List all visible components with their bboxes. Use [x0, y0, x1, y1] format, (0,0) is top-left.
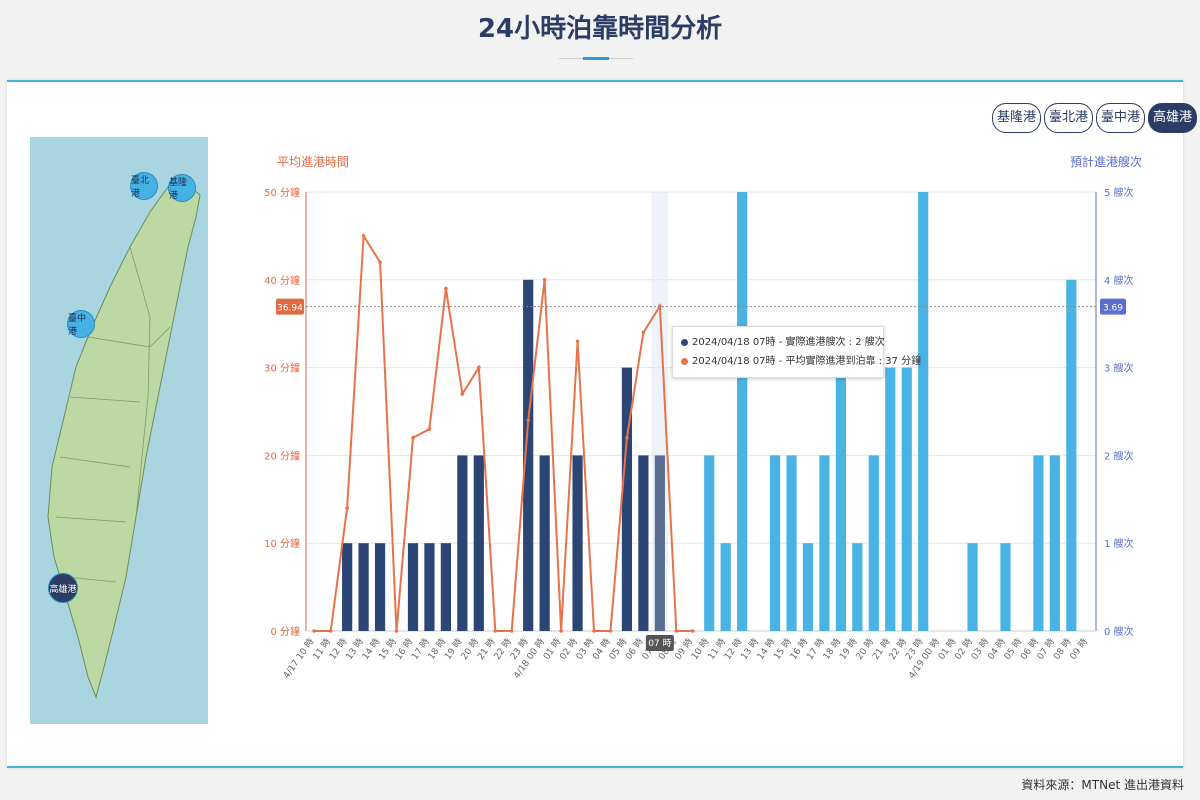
left-tick-label: 40 分鐘: [264, 274, 300, 287]
left-tick-label: 0 分鐘: [270, 625, 300, 638]
forecast-bar: [967, 543, 978, 631]
avg-minutes-point: [378, 260, 382, 265]
right-tick-label: 0 艘次: [1104, 625, 1134, 638]
forecast-bar: [1049, 455, 1060, 631]
forecast-bar: [720, 543, 731, 631]
tooltip-actual-text: 2024/04/18 07時 - 實際進港艘次 : 2 艘次: [692, 337, 885, 348]
avg-minutes-point: [394, 629, 399, 633]
actual-series-dot: [681, 338, 688, 346]
left-tick-label: 10 分鐘: [264, 537, 300, 550]
tooltip-avg-text: 2024/04/18 07時 - 平均實際進港到泊靠 : 37 分鐘: [692, 356, 922, 367]
actual-bar: [374, 543, 386, 631]
left-tick-label: 30 分鐘: [264, 362, 300, 375]
avg-minutes-point: [444, 286, 448, 291]
actual-bar: [440, 543, 451, 631]
left-tick-label: 20 分鐘: [264, 449, 300, 462]
avg-minutes-line: [314, 232, 693, 632]
crosshair-right-value: 3.69: [1103, 304, 1123, 314]
x-tick-label: 09 時: [1068, 636, 1090, 661]
actual-bar: [572, 455, 583, 631]
avg-minutes-point: [559, 629, 563, 633]
avg-minutes-point: [460, 392, 465, 396]
actual-bar: [539, 455, 550, 631]
forecast-bar: [1033, 455, 1044, 631]
actual-bar: [358, 543, 369, 631]
avg-minutes-point: [328, 629, 333, 633]
berthing-chart: 0 分鐘 10 分鐘 20 分鐘 30 分鐘 40 分鐘 50 分鐘 0 艘次 1 艘次 2 艘…: [264, 186, 1134, 681]
forecast-bar: [737, 192, 748, 631]
avg-minutes-point: [477, 365, 481, 370]
avg-minutes-point: [427, 427, 432, 431]
right-tick-label: 1 艘次: [1104, 537, 1134, 550]
forecast-bar: [1066, 279, 1077, 631]
avg-minutes-point: [509, 629, 514, 633]
avg-minutes-point: [658, 304, 662, 308]
avg-minutes-point: [411, 436, 415, 440]
avg-minutes-point: [592, 629, 596, 633]
chart-tooltip: 2024/04/18 07時 - 實際進港艘次 : 2 艘次 2024/04/1…: [672, 326, 921, 378]
avg-minutes-point: [312, 629, 317, 633]
avg-minutes-point: [493, 629, 498, 633]
avg-series-dot: [681, 357, 688, 365]
actual-bar: [654, 455, 665, 631]
forecast-bar: [835, 367, 846, 631]
avg-minutes-point: [641, 330, 646, 335]
avg-minutes-point: [625, 436, 629, 440]
forecast-bar: [885, 367, 896, 631]
right-tick-label: 5 艘次: [1104, 186, 1134, 199]
avg-minutes-point: [575, 339, 580, 344]
avg-minutes-point: [542, 278, 547, 282]
actual-bar: [638, 455, 649, 631]
forecast-bar: [1000, 543, 1011, 631]
forecast-bar: [918, 192, 929, 631]
hover-x-label: 07 時: [648, 638, 671, 649]
avg-minutes-point: [674, 629, 679, 633]
actual-bar: [621, 367, 633, 631]
avg-minutes-point: [608, 629, 613, 633]
right-tick-label: 2 艘次: [1104, 449, 1134, 462]
actual-bar: [407, 543, 419, 631]
data-source: 資料來源：MTNet 進出港資料: [1021, 778, 1184, 792]
actual-bar: [457, 455, 468, 631]
avg-minutes-point: [345, 506, 349, 510]
forecast-bar: [819, 455, 830, 631]
forecast-bar: [868, 455, 879, 631]
forecast-bar: [901, 367, 912, 631]
actual-bar: [473, 455, 484, 631]
actual-bar: [342, 543, 353, 631]
forecast-bar: [852, 543, 863, 631]
forecast-bar: [769, 455, 781, 631]
actual-bar: [424, 543, 435, 631]
forecast-bar: [786, 455, 797, 631]
avg-minutes-point: [526, 418, 530, 423]
crosshair-left-value: 36.94: [277, 304, 303, 314]
right-tick-label: 3 艘次: [1104, 362, 1134, 375]
forecast-bar: [802, 543, 814, 631]
x-tick-label: 4/17 10 時: [281, 636, 317, 680]
avg-minutes-point: [361, 234, 366, 238]
right-tick-label: 4 艘次: [1104, 274, 1134, 287]
avg-minutes-point: [690, 629, 695, 633]
forecast-bar: [704, 455, 715, 631]
left-tick-label: 50 分鐘: [264, 186, 300, 199]
